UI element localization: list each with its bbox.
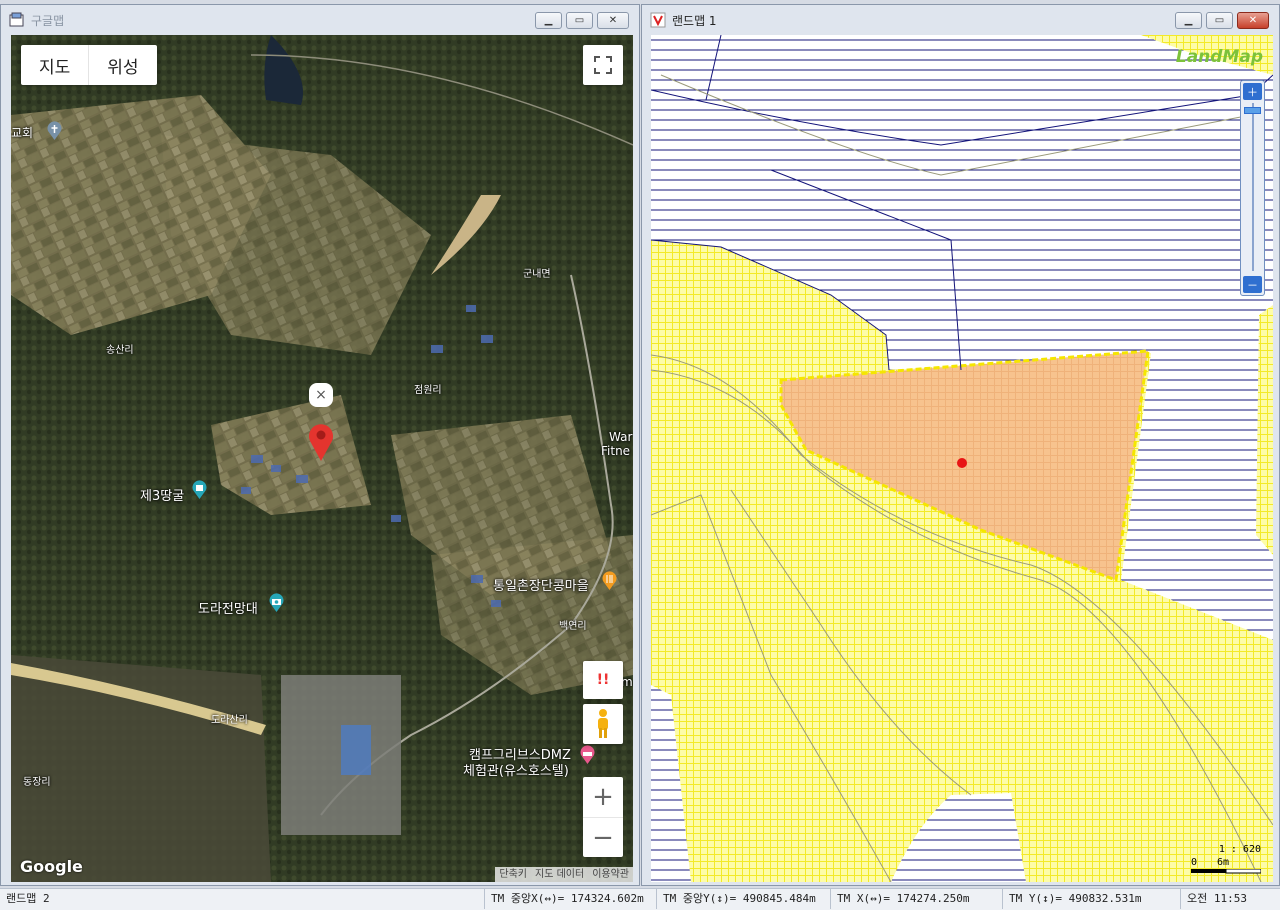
label-dora-observatory: 도라전망대 bbox=[198, 602, 258, 617]
fullscreen-button[interactable] bbox=[583, 45, 623, 85]
status-tm-y: TM Y(↕)= 490832.531m bbox=[1002, 889, 1180, 909]
red-location-pin-icon[interactable] bbox=[307, 421, 335, 463]
church-pin-icon bbox=[47, 121, 62, 140]
label-church: 교회 bbox=[11, 126, 34, 140]
google-map-window: 구글맵 ▁ ▭ ✕ 지도 위성 교회 군내면 송산리 점원리 War Fitne… bbox=[0, 4, 640, 886]
zoom-slider[interactable]: ＋ － bbox=[1240, 80, 1265, 296]
cadastral-map bbox=[651, 35, 1273, 882]
minimize-button[interactable]: ▁ bbox=[1175, 12, 1202, 29]
attribution-bar: 단축키 지도 데이터 이용약관 bbox=[495, 867, 633, 882]
zoom-thumb[interactable] bbox=[1244, 107, 1261, 114]
status-tm-center-x: TM 중앙X(↔)= 174324.602m bbox=[484, 889, 656, 909]
alert-button[interactable]: !! bbox=[583, 661, 623, 699]
status-bar: 랜드맵 2 TM 중앙X(↔)= 174324.602m TM 중앙Y(↕)= … bbox=[0, 888, 1280, 910]
zoom-out-button[interactable]: － bbox=[1243, 276, 1262, 293]
maximize-button[interactable]: ▭ bbox=[566, 12, 593, 29]
scale-unit: 6m bbox=[1217, 857, 1230, 868]
label-dongjangri: 동장리 bbox=[23, 777, 51, 788]
google-map-titlebar[interactable]: 구글맵 ▁ ▭ ✕ bbox=[1, 5, 639, 35]
landmap-app-icon bbox=[650, 12, 666, 28]
label-tongil-village: 통일촌장단콩마을 bbox=[493, 579, 589, 594]
landmap-logo: LandMap bbox=[1175, 47, 1263, 67]
restaurant-poi-icon[interactable] bbox=[601, 571, 618, 591]
pegman-icon bbox=[598, 709, 608, 738]
zoom-out-button[interactable]: − bbox=[583, 817, 623, 857]
window-title: 랜드맵 1 bbox=[672, 13, 717, 28]
map-type-satellite-button[interactable]: 위성 bbox=[88, 45, 156, 85]
status-tm-center-y: TM 중앙Y(↕)= 490845.484m bbox=[656, 889, 830, 909]
label-gunnae: 군내면 bbox=[523, 269, 551, 280]
minimize-button[interactable]: ▁ bbox=[535, 12, 562, 29]
scale-ratio: 1 : 620 bbox=[1218, 844, 1261, 855]
label-war: War bbox=[609, 430, 633, 444]
status-tm-x: TM X(↔)= 174274.250m bbox=[830, 889, 1002, 909]
landmap-titlebar[interactable]: 랜드맵 1 ▁ ▭ ✕ bbox=[642, 5, 1279, 35]
map-type-control: 지도 위성 bbox=[21, 45, 157, 85]
google-logo: Google bbox=[20, 857, 83, 876]
scale-bar-graphic bbox=[1191, 869, 1261, 874]
close-button[interactable]: ✕ bbox=[1237, 12, 1269, 29]
scale-indicator: 1 : 620 0 6m bbox=[1191, 844, 1261, 874]
zoom-track[interactable] bbox=[1252, 103, 1254, 271]
tunnel-poi-icon[interactable] bbox=[191, 480, 208, 500]
label-dorasanri: 도라산리 bbox=[211, 715, 248, 726]
keyboard-shortcuts-link[interactable]: 단축키 bbox=[495, 867, 531, 882]
street-view-pegman-button[interactable] bbox=[583, 704, 623, 744]
fullscreen-icon bbox=[594, 56, 612, 74]
landmap-canvas[interactable]: LandMap ＋ － 1 : 620 0 6m bbox=[651, 35, 1273, 882]
label-fitne: Fitne bbox=[601, 444, 631, 458]
label-baekyeonri: 백연리 bbox=[559, 621, 587, 632]
lodging-poi-icon[interactable] bbox=[579, 745, 596, 765]
label-tunnel3: 제3땅굴 bbox=[140, 489, 185, 504]
window-title: 구글맵 bbox=[31, 13, 65, 28]
status-clock: 오전 11:53 bbox=[1180, 889, 1280, 909]
app-window-icon bbox=[9, 12, 25, 28]
terms-link[interactable]: 이용약관 bbox=[588, 867, 633, 882]
scale-zero: 0 bbox=[1191, 857, 1198, 868]
maximize-button[interactable]: ▭ bbox=[1206, 12, 1233, 29]
camera-poi-icon[interactable] bbox=[268, 593, 285, 613]
map-type-map-button[interactable]: 지도 bbox=[21, 45, 88, 85]
map-data-link[interactable]: 지도 데이터 bbox=[531, 867, 588, 882]
label-songsanri: 송산리 bbox=[106, 345, 134, 356]
zoom-in-button[interactable]: + bbox=[583, 777, 623, 817]
zoom-in-button[interactable]: ＋ bbox=[1243, 83, 1262, 100]
label-jeomwonri: 점원리 bbox=[414, 385, 442, 396]
marker-close-button[interactable]: × bbox=[309, 383, 333, 407]
landmap-window: 랜드맵 1 ▁ ▭ ✕ LandMap ＋ － 1: 620 0 6m bbox=[641, 4, 1280, 886]
zoom-control: + − bbox=[583, 777, 623, 857]
label-camp-greaves-2: 체험관(유스호스텔) bbox=[463, 764, 569, 779]
status-window-name: 랜드맵 2 bbox=[6, 892, 50, 905]
close-button[interactable]: ✕ bbox=[597, 12, 629, 29]
satellite-map[interactable]: 지도 위성 교회 군내면 송산리 점원리 War Fitne × 제3땅굴 도라… bbox=[11, 35, 633, 882]
